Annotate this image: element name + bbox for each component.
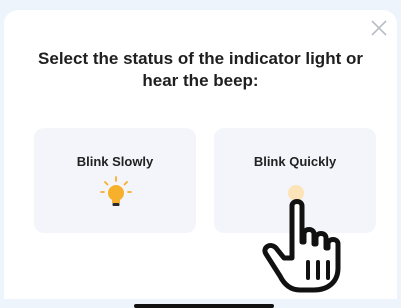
- option-blink-slowly[interactable]: Blink Slowly: [34, 128, 196, 233]
- lightbulb-icon: [100, 176, 132, 206]
- screen: Select the status of the indicator light…: [0, 0, 401, 308]
- status-selection-dialog: Select the status of the indicator light…: [4, 10, 397, 308]
- pointing-hand-icon: [262, 199, 341, 293]
- dialog-title: Select the status of the indicator light…: [38, 49, 363, 90]
- option-label: Blink Slowly: [76, 154, 154, 169]
- home-indicator: [134, 304, 274, 308]
- close-button[interactable]: [369, 18, 389, 38]
- close-icon: [371, 20, 387, 36]
- option-label: Blink Quickly: [253, 154, 337, 169]
